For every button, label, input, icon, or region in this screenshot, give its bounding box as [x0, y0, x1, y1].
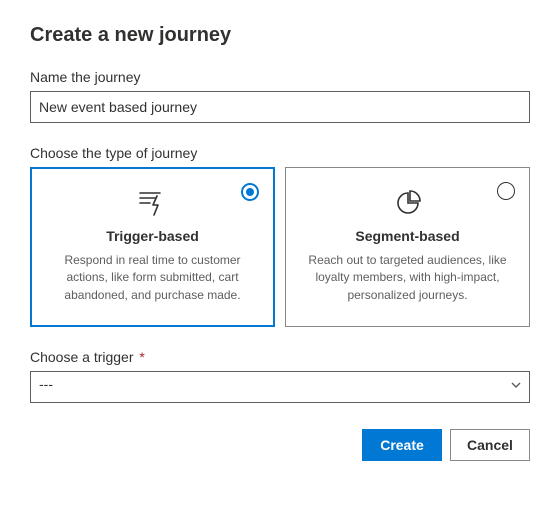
trigger-card-title: Trigger-based [45, 228, 260, 244]
radio-unselected-icon [497, 182, 515, 200]
name-label: Name the journey [30, 69, 530, 85]
cancel-button[interactable]: Cancel [450, 429, 530, 461]
dialog-footer: Create Cancel [30, 429, 530, 461]
radio-selected-icon [241, 183, 259, 201]
create-journey-dialog: Create a new journey Name the journey Ch… [0, 0, 560, 481]
name-section: Name the journey [30, 69, 530, 123]
trigger-select-wrap: --- [30, 371, 530, 403]
segment-card-desc: Reach out to targeted audiences, like lo… [300, 252, 515, 304]
trigger-section: Choose a trigger * --- [30, 349, 530, 403]
segment-card-title: Segment-based [300, 228, 515, 244]
trigger-label-text: Choose a trigger [30, 349, 134, 365]
trigger-label: Choose a trigger * [30, 349, 530, 365]
journey-name-input[interactable] [30, 91, 530, 123]
trigger-icon [45, 186, 260, 220]
type-label: Choose the type of journey [30, 145, 530, 161]
required-marker: * [139, 349, 144, 365]
trigger-based-card[interactable]: Trigger-based Respond in real time to cu… [30, 167, 275, 327]
trigger-select[interactable]: --- [30, 371, 530, 403]
segment-icon [300, 186, 515, 220]
segment-based-card[interactable]: Segment-based Reach out to targeted audi… [285, 167, 530, 327]
journey-type-cards: Trigger-based Respond in real time to cu… [30, 167, 530, 327]
dialog-title: Create a new journey [30, 24, 530, 47]
type-section: Choose the type of journey Trigger-based… [30, 145, 530, 327]
create-button[interactable]: Create [362, 429, 442, 461]
trigger-card-desc: Respond in real time to customer actions… [45, 252, 260, 304]
